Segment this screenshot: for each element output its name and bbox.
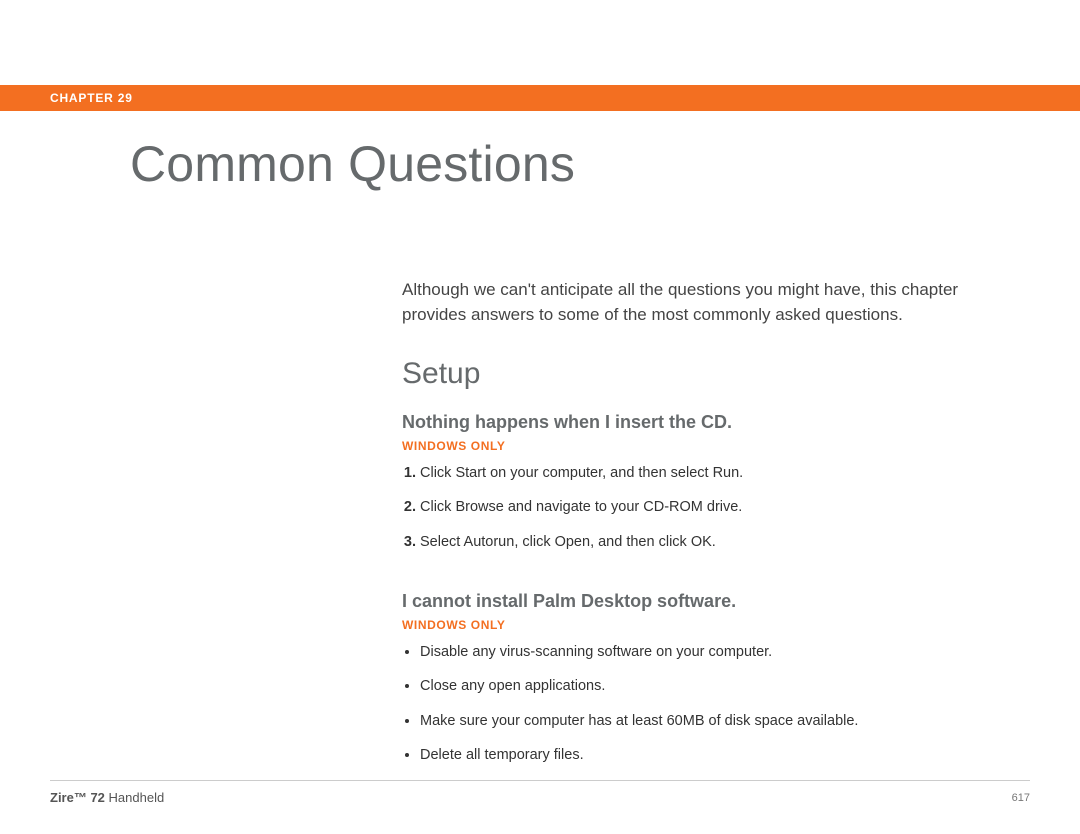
- qa-block-insert-cd: Nothing happens when I insert the CD. WI…: [402, 412, 1002, 566]
- chapter-header-bar: CHAPTER 29: [0, 85, 1080, 111]
- footer-divider: [50, 780, 1030, 781]
- qa-block-install-desktop: I cannot install Palm Desktop software. …: [402, 591, 1002, 779]
- footer-product-name: Zire™ 72 Handheld: [50, 790, 164, 805]
- steps-list: Click Start on your computer, and then s…: [402, 463, 1002, 552]
- question-heading: I cannot install Palm Desktop software.: [402, 591, 1002, 612]
- bullet-item: Delete all temporary files.: [420, 745, 1002, 765]
- bullet-item: Disable any virus-scanning software on y…: [420, 642, 1002, 662]
- intro-paragraph: Although we can't anticipate all the que…: [402, 278, 972, 327]
- section-heading-setup: Setup: [402, 357, 480, 391]
- bullet-list: Disable any virus-scanning software on y…: [402, 642, 1002, 765]
- question-heading: Nothing happens when I insert the CD.: [402, 412, 1002, 433]
- footer-product-rest: Handheld: [105, 790, 164, 805]
- step-item: Click Start on your computer, and then s…: [420, 463, 1002, 483]
- footer-page-number: 617: [1012, 792, 1030, 804]
- chapter-label: CHAPTER 29: [50, 91, 133, 105]
- platform-badge: WINDOWS ONLY: [402, 439, 1002, 453]
- step-item: Click Browse and navigate to your CD-ROM…: [420, 497, 1002, 517]
- step-item: Select Autorun, click Open, and then cli…: [420, 532, 1002, 552]
- page-title: Common Questions: [130, 135, 575, 193]
- bullet-item: Close any open applications.: [420, 676, 1002, 696]
- footer-product-bold: Zire™ 72: [50, 790, 105, 805]
- bullet-item: Make sure your computer has at least 60M…: [420, 711, 1002, 731]
- platform-badge: WINDOWS ONLY: [402, 618, 1002, 632]
